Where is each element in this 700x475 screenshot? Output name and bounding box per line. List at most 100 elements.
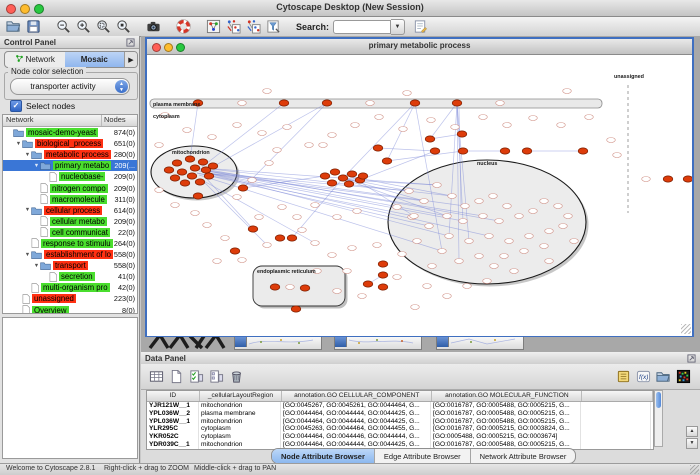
birdseye-view-panel[interactable]: [2, 317, 138, 459]
tab-overflow-arrow-icon[interactable]: ▶: [124, 52, 137, 67]
tab-edge-attribute-browser[interactable]: Edge Attribute Browser: [375, 449, 471, 463]
attribute-editor-icon[interactable]: [614, 368, 632, 385]
search-input[interactable]: [333, 20, 391, 34]
zoom-selected-icon[interactable]: [114, 18, 132, 35]
file-icon: [22, 305, 30, 314]
tree-item-macromolecule[interactable]: macromolecule 311(0): [3, 194, 137, 205]
background-window[interactable]: [436, 335, 524, 350]
disclosure-triangle-icon[interactable]: ▼: [24, 207, 31, 213]
disclosure-triangle-icon[interactable]: ▼: [24, 152, 31, 158]
table-scrollbar[interactable]: [654, 390, 663, 447]
table-row[interactable]: YPL036W__2plasma membrane[GO:0044464, GO…: [147, 410, 653, 418]
svg-text:unassigned: unassigned: [614, 74, 644, 80]
folder-icon: [31, 250, 42, 259]
file-icon: [22, 294, 30, 304]
network-window-titlebar[interactable]: primary metabolic process: [147, 39, 692, 55]
scroll-down-button[interactable]: ▼: [686, 438, 698, 449]
save-session-icon[interactable]: [24, 18, 42, 35]
status-welcome: Welcome to Cytoscape 2.8.1: [6, 465, 95, 472]
zoom-in-icon[interactable]: [74, 18, 92, 35]
delete-attribute-icon[interactable]: [227, 368, 245, 385]
tree-item-metabolic-process[interactable]: ▼ metabolic process 280(0): [3, 149, 137, 160]
zoom-out-icon[interactable]: [54, 18, 72, 35]
select-nodes-label: Select nodes: [26, 101, 75, 111]
search-dropdown-button[interactable]: ▼: [391, 19, 405, 35]
attribute-grid-icon[interactable]: [147, 368, 165, 385]
window-title: Cytoscape Desktop (New Session): [0, 2, 700, 12]
column-header[interactable]: annotation.GO CELLULAR_COMPONENT: [282, 391, 432, 401]
network-glyph-icon: [15, 54, 24, 65]
import-attributes-icon[interactable]: [654, 368, 672, 385]
new-attribute-icon[interactable]: [167, 368, 185, 385]
tab-mosaic[interactable]: Mosaic: [65, 52, 125, 67]
tree-item-response-to-stimulu[interactable]: response to stimulu 264(0): [3, 238, 137, 249]
copy-style-b-icon[interactable]: [244, 18, 262, 35]
float-panel-icon[interactable]: [687, 354, 696, 363]
help-icon[interactable]: [174, 18, 192, 35]
copy-style-a-icon[interactable]: [224, 18, 242, 35]
disclosure-triangle-icon[interactable]: ▼: [15, 141, 22, 147]
select-stepper-icon: ▲▼: [115, 80, 128, 93]
window-resize-grip[interactable]: [681, 324, 691, 334]
column-header[interactable]: _cellularLayoutRegion: [200, 391, 283, 401]
table-row[interactable]: YPL036W__1mitochondrion[GO:0044464, GO:0…: [147, 418, 653, 426]
table-row[interactable]: YKR052Ccytoplasm[GO:0044464, GO:0044446,…: [147, 433, 653, 441]
svg-text:f(x): f(x): [639, 374, 648, 381]
disclosure-triangle-icon[interactable]: ▼: [33, 163, 40, 169]
layout-region-icon[interactable]: [204, 18, 222, 35]
tree-header[interactable]: Network Nodes: [3, 115, 137, 127]
float-panel-icon[interactable]: [126, 38, 135, 47]
status-resize-grip[interactable]: [690, 465, 699, 474]
select-attributes-icon[interactable]: [187, 368, 205, 385]
column-header[interactable]: ID: [147, 391, 200, 401]
disclosure-triangle-icon[interactable]: ▼: [24, 252, 31, 258]
tab-node-attribute-browser[interactable]: Node Attribute Browser: [272, 449, 375, 463]
tree-item-nucleobase-[interactable]: nucleobase- 209(0): [3, 171, 137, 182]
formula-builder-icon[interactable]: f(x): [634, 368, 652, 385]
attribute-browser-tabs: Node Attribute BrowserEdge Attribute Bro…: [271, 448, 576, 464]
tree-item-unassigned[interactable]: unassigned 223(0): [3, 293, 137, 304]
background-window[interactable]: [234, 335, 322, 350]
tree-item-secretion[interactable]: secretion 41(0): [3, 271, 137, 282]
column-header[interactable]: [582, 391, 653, 401]
tree-item-establishment-of-lo[interactable]: ▼ establishment of lo 558(0): [3, 249, 137, 260]
tree-item-nitrogen-compo[interactable]: nitrogen compo 209(0): [3, 182, 137, 193]
folder-icon: [13, 128, 24, 137]
select-nodes-checkbox[interactable]: ✓: [10, 100, 22, 112]
svg-text:mitochondrion: mitochondrion: [172, 150, 210, 156]
search-config-icon[interactable]: [411, 18, 429, 35]
table-row[interactable]: YJR121W__1mitochondrion[GO:0045267, GO:0…: [147, 402, 653, 410]
tab-network[interactable]: Network: [5, 52, 65, 67]
tree-item-cell-communicat[interactable]: cell communicat 22(0): [3, 227, 137, 238]
file-icon: [40, 194, 48, 204]
node-color-select[interactable]: transporter activity ▲▼: [10, 78, 130, 95]
snapshot-icon[interactable]: [144, 18, 162, 35]
tree-item-mosaic-demo-yeast[interactable]: mosaic-demo-yeast 874(0): [3, 127, 137, 138]
scrollbar-thumb[interactable]: [656, 392, 661, 408]
network-canvas[interactable]: plasma membranecytoplasmmitochondrionnuc…: [147, 55, 692, 336]
unselect-attributes-icon[interactable]: [207, 368, 225, 385]
network-tree: Network Nodes mosaic-demo-yeast 874(0) ▼…: [2, 114, 138, 314]
attribute-matrix-icon[interactable]: [674, 368, 692, 385]
file-icon: [31, 283, 39, 293]
table-row[interactable]: YLR295Ccytoplasm[GO:0045263, GO:0044464,…: [147, 425, 653, 433]
tree-item-overview[interactable]: Overview 8(0): [3, 305, 137, 315]
disclosure-triangle-icon[interactable]: ▼: [33, 263, 40, 269]
column-header[interactable]: annotation.GO MOLECULAR_FUNCTION: [432, 391, 582, 401]
background-window[interactable]: [334, 335, 422, 350]
open-session-icon[interactable]: [4, 18, 22, 35]
tree-item-cellular-process[interactable]: ▼ cellular process 614(0): [3, 205, 137, 216]
tree-item-cellular-metabo[interactable]: cellular metabo 209(0): [3, 216, 137, 227]
tab-network-attribute-browser[interactable]: Network Attribute Browser: [471, 449, 576, 463]
tree-item-transport[interactable]: ▼ transport 558(0): [3, 260, 137, 271]
zoom-fit-icon[interactable]: [94, 18, 112, 35]
status-bar: Welcome to Cytoscape 2.8.1 Right-click +…: [0, 463, 700, 475]
tree-item-biological-process[interactable]: ▼ biological_process 651(0): [3, 138, 137, 149]
filter-edit-icon[interactable]: [264, 18, 282, 35]
tree-item-primary-metabo[interactable]: ▼ primary metabo 209(...: [3, 160, 137, 171]
scroll-up-button[interactable]: ▲: [686, 426, 698, 437]
file-icon: [49, 272, 57, 282]
tree-item-multi-organism-pro[interactable]: multi-organism pro 42(0): [3, 282, 137, 293]
window-titlebar: Cytoscape Desktop (New Session): [0, 0, 700, 17]
network-view-window: primary metabolic process plasma membran…: [145, 37, 694, 337]
